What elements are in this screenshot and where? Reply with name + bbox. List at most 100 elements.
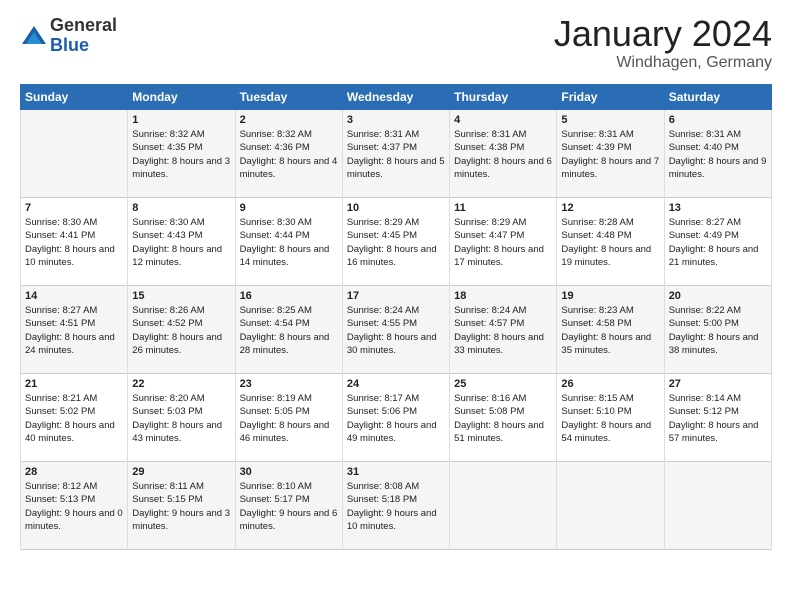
day-cell: 11 Sunrise: 8:29 AMSunset: 4:47 PMDayligh…	[450, 198, 557, 286]
day-info: Sunrise: 8:32 AMSunset: 4:36 PMDaylight:…	[240, 128, 338, 181]
week-row-3: 14Sunrise: 8:27 AMSunset: 4:51 PMDayligh…	[21, 286, 772, 374]
day-number: 28	[25, 466, 123, 478]
day-cell: 9 Sunrise: 8:30 AMSunset: 4:44 PMDaylight…	[235, 198, 342, 286]
day-cell: 30Sunrise: 8:10 AMSunset: 5:17 PMDayligh…	[235, 462, 342, 550]
day-cell	[664, 462, 771, 550]
day-cell: 23 Sunrise: 8:19 AMSunset: 5:05 PMDayligh…	[235, 374, 342, 462]
day-info: Sunrise: 8:31 AMSunset: 4:40 PMDaylight:…	[669, 128, 767, 181]
col-header-wednesday: Wednesday	[342, 85, 449, 110]
day-number: 31	[347, 466, 445, 478]
col-header-saturday: Saturday	[664, 85, 771, 110]
day-number: 23	[240, 378, 338, 390]
day-cell: 20 Sunrise: 8:22 AMSunset: 5:00 PMDayligh…	[664, 286, 771, 374]
header: General Blue January 2024 Windhagen, Ger…	[20, 16, 772, 72]
day-info: Sunrise: 8:26 AMSunset: 4:52 PMDaylight:…	[132, 304, 230, 357]
day-number: 22	[132, 378, 230, 390]
day-info: Sunrise: 8:29 AMSunset: 4:47 PMDaylight:…	[454, 216, 552, 269]
day-cell: 31Sunrise: 8:08 AMSunset: 5:18 PMDayligh…	[342, 462, 449, 550]
day-cell: 14Sunrise: 8:27 AMSunset: 4:51 PMDayligh…	[21, 286, 128, 374]
day-number: 11	[454, 202, 552, 214]
day-info: Sunrise: 8:31 AMSunset: 4:37 PMDaylight:…	[347, 128, 445, 181]
col-header-tuesday: Tuesday	[235, 85, 342, 110]
week-row-1: 1Sunrise: 8:32 AMSunset: 4:35 PMDaylight…	[21, 110, 772, 198]
day-cell: 7Sunrise: 8:30 AMSunset: 4:41 PMDaylight…	[21, 198, 128, 286]
day-number: 5	[561, 114, 659, 126]
day-cell: 4 Sunrise: 8:31 AMSunset: 4:38 PMDaylight…	[450, 110, 557, 198]
day-number: 15	[132, 290, 230, 302]
week-row-5: 28 Sunrise: 8:12 AMSunset: 5:13 PMDayligh…	[21, 462, 772, 550]
title-block: January 2024 Windhagen, Germany	[554, 16, 772, 72]
day-number: 27	[669, 378, 767, 390]
day-number: 7	[25, 202, 123, 214]
day-number: 24	[347, 378, 445, 390]
day-cell: 29 Sunrise: 8:11 AMSunset: 5:15 PMDayligh…	[128, 462, 235, 550]
week-row-4: 21 Sunrise: 8:21 AMSunset: 5:02 PMDayligh…	[21, 374, 772, 462]
day-number: 21	[25, 378, 123, 390]
day-number: 2	[240, 114, 338, 126]
day-number: 26	[561, 378, 659, 390]
day-number: 10	[347, 202, 445, 214]
day-cell: 8Sunrise: 8:30 AMSunset: 4:43 PMDaylight…	[128, 198, 235, 286]
day-info: Sunrise: 8:21 AMSunset: 5:02 PMDaylight:…	[25, 392, 123, 445]
day-number: 19	[561, 290, 659, 302]
day-cell: 3 Sunrise: 8:31 AMSunset: 4:37 PMDaylight…	[342, 110, 449, 198]
day-cell: 22 Sunrise: 8:20 AMSunset: 5:03 PMDayligh…	[128, 374, 235, 462]
logo-blue: Blue	[50, 36, 117, 56]
day-cell: 24 Sunrise: 8:17 AMSunset: 5:06 PMDayligh…	[342, 374, 449, 462]
day-number: 25	[454, 378, 552, 390]
day-info: Sunrise: 8:27 AMSunset: 4:49 PMDaylight:…	[669, 216, 767, 269]
day-cell: 13 Sunrise: 8:27 AMSunset: 4:49 PMDayligh…	[664, 198, 771, 286]
day-number: 18	[454, 290, 552, 302]
day-info: Sunrise: 8:22 AMSunset: 5:00 PMDaylight:…	[669, 304, 767, 357]
col-header-friday: Friday	[557, 85, 664, 110]
day-number: 9	[240, 202, 338, 214]
day-cell: 5 Sunrise: 8:31 AMSunset: 4:39 PMDaylight…	[557, 110, 664, 198]
day-info: Sunrise: 8:30 AMSunset: 4:43 PMDaylight:…	[132, 216, 230, 269]
location: Windhagen, Germany	[554, 54, 772, 72]
day-info: Sunrise: 8:24 AMSunset: 4:55 PMDaylight:…	[347, 304, 445, 357]
day-info: Sunrise: 8:17 AMSunset: 5:06 PMDaylight:…	[347, 392, 445, 445]
day-cell: 28 Sunrise: 8:12 AMSunset: 5:13 PMDayligh…	[21, 462, 128, 550]
day-cell	[450, 462, 557, 550]
day-cell: 17Sunrise: 8:24 AMSunset: 4:55 PMDayligh…	[342, 286, 449, 374]
day-info: Sunrise: 8:14 AMSunset: 5:12 PMDaylight:…	[669, 392, 767, 445]
calendar-table: SundayMondayTuesdayWednesdayThursdayFrid…	[20, 84, 772, 550]
day-info: Sunrise: 8:29 AMSunset: 4:45 PMDaylight:…	[347, 216, 445, 269]
day-info: Sunrise: 8:16 AMSunset: 5:08 PMDaylight:…	[454, 392, 552, 445]
day-info: Sunrise: 8:20 AMSunset: 5:03 PMDaylight:…	[132, 392, 230, 445]
day-cell: 1Sunrise: 8:32 AMSunset: 4:35 PMDaylight…	[128, 110, 235, 198]
day-number: 16	[240, 290, 338, 302]
day-cell	[557, 462, 664, 550]
day-info: Sunrise: 8:24 AMSunset: 4:57 PMDaylight:…	[454, 304, 552, 357]
day-cell: 6Sunrise: 8:31 AMSunset: 4:40 PMDaylight…	[664, 110, 771, 198]
day-number: 29	[132, 466, 230, 478]
day-info: Sunrise: 8:31 AMSunset: 4:38 PMDaylight:…	[454, 128, 552, 181]
day-number: 14	[25, 290, 123, 302]
col-header-thursday: Thursday	[450, 85, 557, 110]
day-cell: 27 Sunrise: 8:14 AMSunset: 5:12 PMDayligh…	[664, 374, 771, 462]
day-info: Sunrise: 8:31 AMSunset: 4:39 PMDaylight:…	[561, 128, 659, 181]
day-info: Sunrise: 8:11 AMSunset: 5:15 PMDaylight:…	[132, 480, 230, 533]
day-cell: 16Sunrise: 8:25 AMSunset: 4:54 PMDayligh…	[235, 286, 342, 374]
day-cell	[21, 110, 128, 198]
day-number: 3	[347, 114, 445, 126]
page-container: General Blue January 2024 Windhagen, Ger…	[0, 0, 792, 560]
week-row-2: 7Sunrise: 8:30 AMSunset: 4:41 PMDaylight…	[21, 198, 772, 286]
logo-general: General	[50, 16, 117, 36]
day-cell: 15 Sunrise: 8:26 AMSunset: 4:52 PMDayligh…	[128, 286, 235, 374]
day-number: 20	[669, 290, 767, 302]
col-header-monday: Monday	[128, 85, 235, 110]
day-number: 13	[669, 202, 767, 214]
month-title: January 2024	[554, 16, 772, 52]
day-info: Sunrise: 8:19 AMSunset: 5:05 PMDaylight:…	[240, 392, 338, 445]
day-cell: 19Sunrise: 8:23 AMSunset: 4:58 PMDayligh…	[557, 286, 664, 374]
day-number: 1	[132, 114, 230, 126]
day-info: Sunrise: 8:30 AMSunset: 4:44 PMDaylight:…	[240, 216, 338, 269]
logo-icon	[20, 22, 48, 50]
day-cell: 21 Sunrise: 8:21 AMSunset: 5:02 PMDayligh…	[21, 374, 128, 462]
day-info: Sunrise: 8:12 AMSunset: 5:13 PMDaylight:…	[25, 480, 123, 533]
logo-text: General Blue	[50, 16, 117, 56]
day-number: 4	[454, 114, 552, 126]
col-header-sunday: Sunday	[21, 85, 128, 110]
day-info: Sunrise: 8:28 AMSunset: 4:48 PMDaylight:…	[561, 216, 659, 269]
